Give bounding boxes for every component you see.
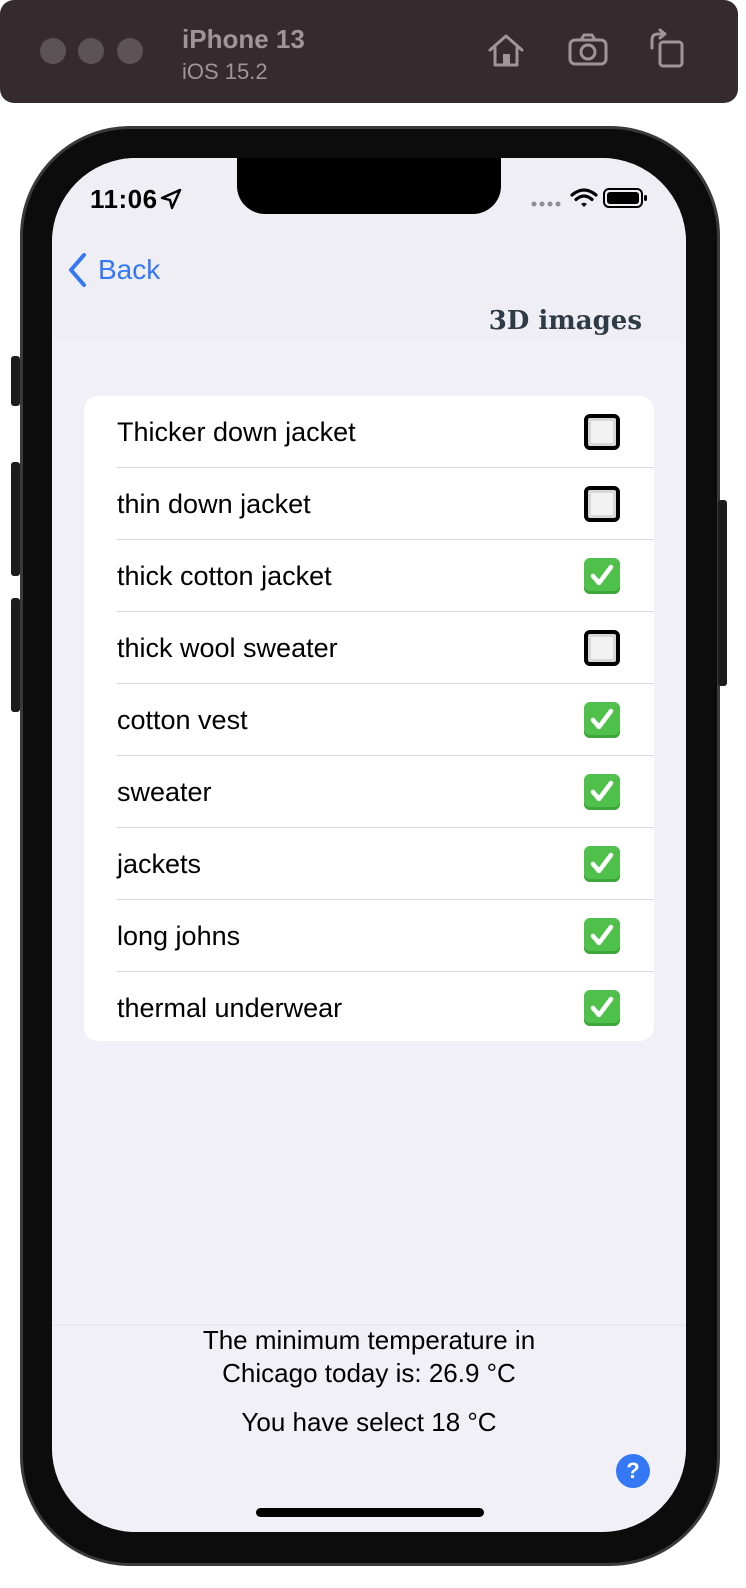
unchecked-box-icon[interactable]: [584, 414, 620, 450]
back-label: Back: [98, 254, 161, 285]
list-item[interactable]: jackets: [84, 828, 654, 900]
checked-box-icon[interactable]: [584, 846, 620, 882]
checked-box-icon[interactable]: [584, 990, 620, 1026]
item-label: long johns: [117, 920, 241, 951]
item-label: cotton vest: [117, 704, 248, 735]
item-label: jackets: [117, 848, 202, 879]
checked-box-icon[interactable]: [584, 774, 620, 810]
list-item[interactable]: sweater: [84, 756, 654, 828]
window-close-button[interactable]: [40, 38, 66, 64]
unchecked-box-icon[interactable]: [584, 486, 620, 522]
checked-box-icon[interactable]: [584, 702, 620, 738]
list-item[interactable]: cotton vest: [84, 684, 654, 756]
battery-icon: [603, 188, 647, 208]
list-item[interactable]: long johns: [84, 900, 654, 972]
item-label: Thicker down jacket: [117, 416, 356, 447]
back-button[interactable]: Back: [66, 252, 160, 288]
list-item[interactable]: thermal underwear: [84, 972, 654, 1041]
help-button[interactable]: ?: [616, 1454, 650, 1488]
rotate-icon[interactable]: [646, 28, 690, 72]
simulator-title-bar: iPhone 13 iOS 15.2: [0, 0, 738, 103]
list-item[interactable]: thick cotton jacket: [84, 540, 654, 612]
item-label: thick wool sweater: [117, 632, 338, 663]
volume-up-button: [11, 462, 20, 576]
status-icons: [531, 188, 647, 208]
window-zoom-button[interactable]: [117, 38, 143, 64]
power-button: [718, 500, 727, 686]
status-time: 11:06: [90, 184, 158, 214]
selected-temperature-text: You have select 18 °C: [241, 1407, 497, 1437]
page-title: 3D images: [488, 306, 642, 336]
device-name: iPhone 13: [182, 24, 305, 54]
volume-down-button: [11, 598, 20, 712]
window-minimize-button[interactable]: [78, 38, 104, 64]
simulator-device-info: iPhone 13 iOS 15.2: [182, 24, 305, 85]
screenshot-camera-icon[interactable]: [566, 28, 610, 72]
location-arrow-icon: [160, 188, 182, 210]
unchecked-box-icon[interactable]: [584, 630, 620, 666]
list-item[interactable]: thin down jacket: [84, 468, 654, 540]
item-label: thick cotton jacket: [117, 560, 332, 591]
home-indicator[interactable]: [256, 1508, 484, 1517]
checked-box-icon[interactable]: [584, 558, 620, 594]
mute-switch: [11, 356, 20, 406]
min-temperature-line-2: Chicago today is: 26.9 °C: [222, 1358, 516, 1388]
notch: [237, 158, 501, 214]
list-item[interactable]: thick wool sweater: [84, 612, 654, 684]
checked-box-icon[interactable]: [584, 918, 620, 954]
home-icon[interactable]: [484, 28, 528, 72]
item-label: sweater: [117, 776, 212, 807]
os-version: iOS 15.2: [182, 59, 268, 84]
chevron-left-icon: [69, 253, 86, 287]
clothing-list: Thicker down jacket thin down jacket thi…: [84, 396, 654, 1041]
list-item[interactable]: Thicker down jacket: [84, 396, 654, 468]
min-temperature-line-1: The minimum temperature in: [202, 1325, 536, 1355]
cellular-dots-icon: [531, 201, 561, 207]
item-label: thermal underwear: [117, 992, 343, 1023]
phone-screen: 11:06 Back 3D images Thicker down jacket…: [52, 158, 686, 1532]
wifi-icon: [570, 188, 598, 207]
item-label: thin down jacket: [117, 488, 311, 519]
